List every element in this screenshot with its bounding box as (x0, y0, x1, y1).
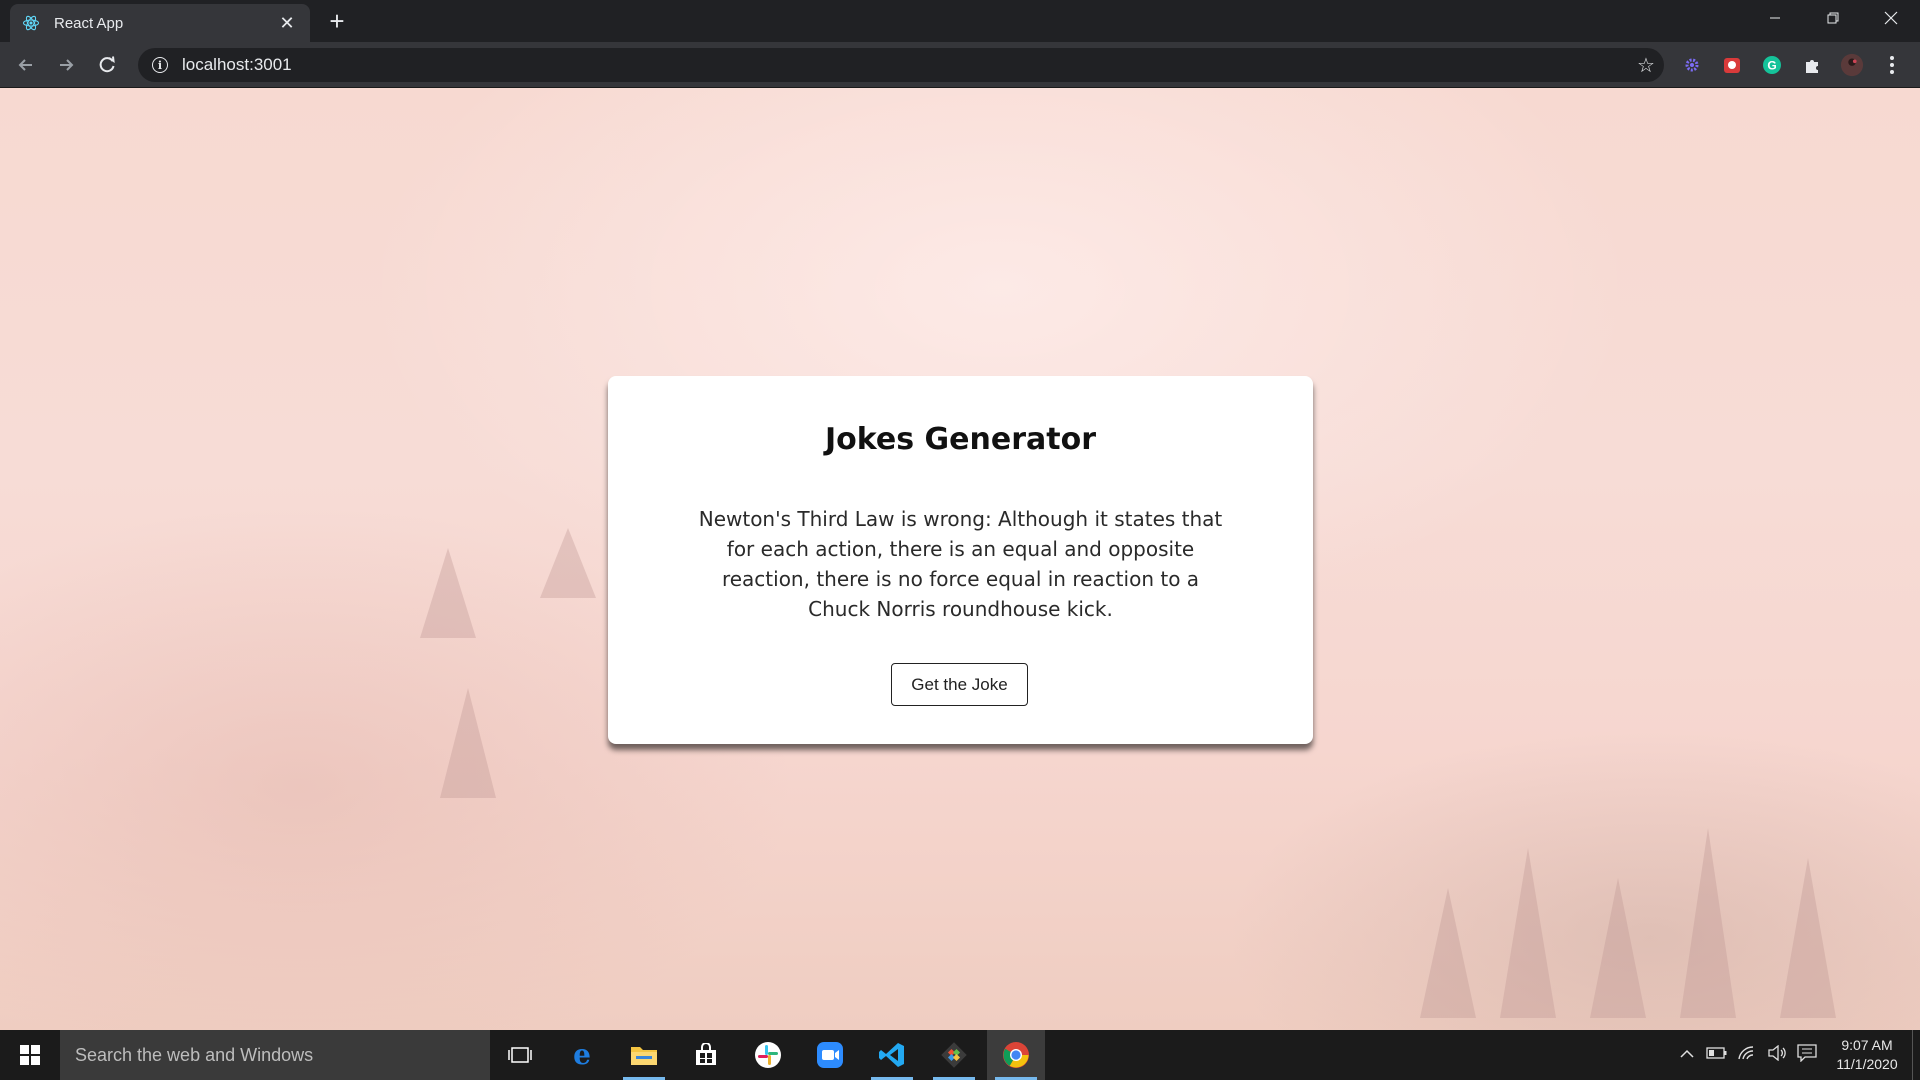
show-desktop-button[interactable] (1912, 1030, 1920, 1080)
taskbar-clock[interactable]: 9:07 AM 11/1/2020 (1822, 1036, 1912, 1074)
background-tree (1680, 828, 1736, 1018)
system-tray: 9:07 AM 11/1/2020 (1672, 1030, 1920, 1080)
clock-time: 9:07 AM (1841, 1037, 1893, 1053)
star-icon[interactable]: ☆ (1628, 53, 1664, 78)
background-tree (1500, 848, 1556, 1018)
react-logo-icon (22, 14, 40, 32)
browser-tab-strip: React App ✕ + (0, 0, 1920, 42)
close-icon[interactable]: ✕ (276, 12, 298, 34)
svg-text:e: e (573, 1042, 591, 1068)
kebab-menu-icon[interactable] (1880, 53, 1904, 77)
plus-icon[interactable]: + (322, 6, 352, 36)
chrome-icon[interactable] (987, 1030, 1045, 1080)
address-bar[interactable]: i localhost:3001 ☆ (138, 48, 1664, 82)
red-extension-icon[interactable] (1720, 53, 1744, 77)
notifications-icon[interactable] (1792, 1043, 1822, 1067)
puzzle-extensions-icon[interactable] (1800, 53, 1824, 77)
volume-icon[interactable] (1762, 1044, 1792, 1066)
joke-text: Newton's Third Law is wrong: Although it… (698, 507, 1223, 621)
reload-icon[interactable] (93, 51, 121, 79)
chevron-up-icon[interactable] (1672, 1046, 1702, 1064)
taskbar-search-box[interactable]: Search the web and Windows (60, 1030, 490, 1080)
background-tree (1780, 858, 1836, 1018)
background-tree (1420, 888, 1476, 1018)
slack-icon[interactable] (739, 1030, 797, 1080)
background-tree (540, 528, 596, 598)
restore-icon[interactable] (1804, 0, 1862, 36)
windows-taskbar: Search the web and Windows e 9:07 AM 11/… (0, 1030, 1920, 1080)
window-controls (1746, 0, 1920, 36)
minimize-icon[interactable] (1746, 0, 1804, 36)
task-view-icon[interactable] (491, 1030, 549, 1080)
background-tree (420, 548, 476, 638)
store-icon[interactable] (677, 1030, 735, 1080)
search-placeholder: Search the web and Windows (75, 1044, 314, 1065)
clock-date: 11/1/2020 (1836, 1056, 1898, 1072)
file-explorer-icon[interactable] (615, 1030, 673, 1080)
battery-icon[interactable] (1702, 1046, 1732, 1065)
tab-react-app[interactable]: React App ✕ (10, 4, 310, 42)
back-arrow-icon[interactable] (12, 51, 40, 79)
url-text[interactable]: localhost:3001 (182, 55, 1628, 75)
windows-start-icon[interactable] (0, 1030, 60, 1080)
forward-arrow-icon[interactable] (52, 51, 80, 79)
background-tree (440, 688, 496, 798)
svg-text:G: G (1767, 59, 1776, 73)
git-icon[interactable] (925, 1030, 983, 1080)
joke-card: Jokes Generator Newton's Third Law is wr… (608, 376, 1313, 744)
tab-title: React App (54, 14, 124, 32)
info-icon[interactable]: i (152, 57, 168, 73)
background-tree (1590, 878, 1646, 1018)
profile-avatar[interactable] (1840, 53, 1864, 77)
page-title: Jokes Generator (824, 422, 1097, 457)
vscode-icon[interactable] (863, 1030, 921, 1080)
purple-gear-extension-icon[interactable] (1680, 53, 1704, 77)
zoom-icon[interactable] (801, 1030, 859, 1080)
wifi-icon[interactable] (1732, 1045, 1762, 1066)
window-close-icon[interactable] (1862, 0, 1920, 36)
get-joke-button[interactable]: Get the Joke (891, 663, 1028, 706)
edge-icon[interactable]: e (553, 1030, 611, 1080)
page-viewport: Jokes Generator Newton's Third Law is wr… (0, 88, 1920, 1030)
browser-toolbar: i localhost:3001 ☆ G (0, 42, 1920, 88)
grammarly-icon[interactable]: G (1760, 53, 1784, 77)
